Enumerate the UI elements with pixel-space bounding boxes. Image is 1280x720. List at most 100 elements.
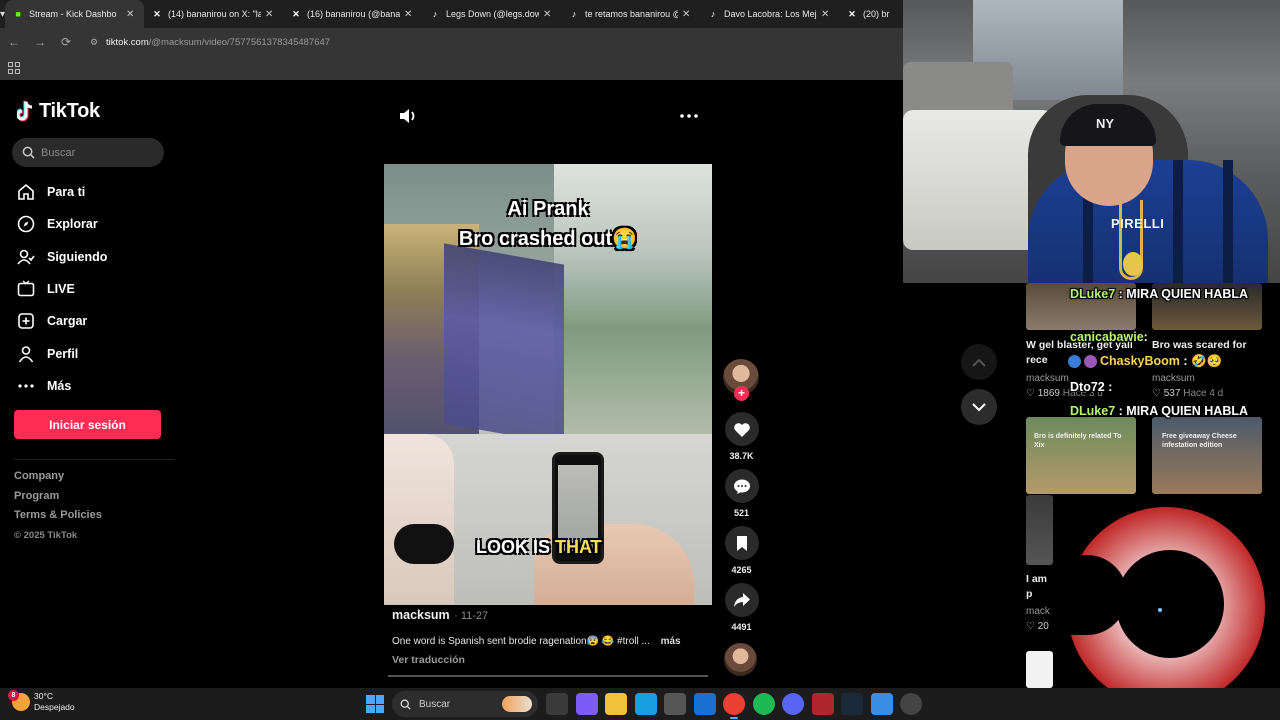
reload-icon[interactable]: ⟳ (54, 30, 78, 54)
login-button[interactable]: Iniciar sesión (14, 410, 161, 439)
follow-plus-icon[interactable]: + (734, 386, 749, 401)
footer-link-terms[interactable]: Terms & Policies (14, 509, 102, 529)
browser-tab[interactable]: ♪ Davo Lacobra: Los Mejore ✕ (700, 0, 839, 28)
volume-icon[interactable] (397, 106, 419, 126)
sidebar-item-siguiendo[interactable]: Siguiendo (16, 241, 107, 273)
video-scene (444, 243, 564, 445)
sidebar-item-mas[interactable]: Más (16, 370, 107, 402)
creator-avatar[interactable]: + (723, 359, 759, 401)
share-button[interactable] (724, 583, 759, 617)
browser-tab-label: (20) br (863, 9, 890, 19)
webcam-overlay: NY PIRELLI (903, 0, 1280, 283)
task-view-icon[interactable] (546, 693, 568, 715)
chrome-icon[interactable] (723, 693, 745, 719)
file-explorer-icon[interactable] (605, 693, 627, 715)
windows-start-icon[interactable] (366, 695, 384, 713)
settings-icon[interactable] (900, 693, 922, 715)
save-button[interactable] (724, 526, 759, 560)
close-icon[interactable]: ✕ (821, 9, 831, 20)
back-icon[interactable]: ← (2, 30, 26, 54)
close-icon[interactable]: ✕ (543, 9, 553, 20)
browser-tab[interactable]: ✕ (20) br (839, 0, 903, 28)
search-icon (22, 146, 35, 159)
notification-badge: 8 (8, 690, 19, 701)
rec-thumbnail[interactable] (1026, 651, 1053, 688)
rec-title[interactable]: Bro was scared for (1152, 338, 1262, 353)
tiktok-icon: ♪ (432, 9, 438, 19)
browser-tab[interactable]: ✕(14) bananirou on X: "las p✕ (144, 0, 283, 28)
chat-username: DLuke7 (1070, 404, 1116, 418)
tiktok-icon: ♪ (571, 9, 577, 19)
bookmark-icon (736, 535, 747, 551)
browser-tab[interactable]: ■ Stream - Kick Dashbo ✕ (5, 0, 145, 28)
site-info-icon[interactable]: ⚙ (90, 37, 106, 48)
more-options-icon[interactable] (678, 107, 700, 125)
comment-count: 521 (733, 508, 750, 518)
rec-thumbnail[interactable] (1026, 417, 1136, 494)
video-caption-line-1: Ai Prank (507, 198, 589, 220)
rec-author[interactable]: macksum (1152, 373, 1195, 384)
browser-tab-label: te retamos bananirou @b (585, 9, 679, 19)
sidebar-item-perfil[interactable]: Perfil (16, 337, 107, 369)
sidebar-item-cargar[interactable]: Cargar (16, 305, 107, 337)
browser-tab[interactable]: ✕ (16) bananirou (@banani ✕ (283, 0, 422, 28)
chat-text: : 🤣🥺 (1183, 354, 1223, 368)
more-link[interactable]: más (661, 636, 681, 647)
video-player[interactable]: Ai Prank Bro crashed out😭 LOOK IS THAT (384, 164, 712, 605)
rec-author[interactable]: mack (1026, 606, 1050, 617)
next-creator-avatar[interactable] (724, 643, 757, 676)
previous-video-button[interactable] (961, 344, 997, 380)
chat-username: ChaskyBoom (1100, 354, 1180, 368)
outlook-icon[interactable] (693, 693, 716, 715)
browser-tab[interactable]: ♪ te retamos bananirou @b ✕ (561, 0, 700, 28)
video-author[interactable]: macksum (392, 608, 450, 622)
tiktok-logo[interactable]: TikTok (17, 100, 100, 123)
spinner-overlay (1053, 495, 1280, 720)
rec-title[interactable]: I am p they (1026, 572, 1053, 602)
next-video-button[interactable] (961, 389, 997, 425)
comment-button[interactable] (724, 469, 759, 503)
spotify-icon[interactable] (752, 693, 775, 715)
rec-thumbnail[interactable] (1152, 417, 1262, 494)
rec-author[interactable]: macksum (1026, 373, 1069, 384)
tiktok-logo-icon (17, 100, 33, 121)
video-progress-bar[interactable] (388, 675, 708, 677)
rec-likes-count: 20 (1037, 621, 1049, 632)
video-date: · 11-27 (454, 610, 489, 622)
comment-action: 521 (723, 469, 760, 522)
app-icon[interactable] (811, 693, 834, 715)
sidebar-item-explorar[interactable]: Explorar (16, 208, 107, 240)
footer-link-company[interactable]: Company (14, 470, 102, 490)
url-field[interactable]: ⚙ tiktok.com /@macksum/video/75775613783… (90, 31, 330, 53)
bookmark-bar (0, 56, 903, 80)
video-scene (384, 434, 454, 604)
temperature: 30°C (34, 691, 53, 701)
copilot-icon[interactable] (575, 693, 598, 715)
weather-widget[interactable]: 8 30°C Despejado (8, 690, 75, 713)
forward-icon[interactable]: → (28, 30, 52, 54)
discord-icon[interactable] (782, 693, 804, 715)
rec-thumbnail[interactable] (1026, 495, 1053, 565)
apps-grid-icon[interactable] (8, 62, 20, 74)
close-icon[interactable]: ✕ (682, 9, 692, 20)
store-icon[interactable] (664, 693, 686, 715)
steam-icon[interactable] (841, 693, 863, 715)
close-icon[interactable]: ✕ (265, 9, 275, 20)
chat-username: DLuke7 (1070, 287, 1116, 301)
sidebar-item-live[interactable]: LIVE (16, 273, 107, 305)
translate-link[interactable]: Ver traducción (392, 654, 712, 666)
taskbar-search[interactable]: Buscar (392, 691, 538, 717)
like-button[interactable] (724, 412, 759, 446)
photos-icon[interactable] (870, 693, 893, 715)
sidebar-item-para-ti[interactable]: Para ti (16, 176, 107, 208)
video-subtitle-text: LOOK IS (476, 537, 556, 557)
browser-tab[interactable]: ♪ Legs Down (@legs.down) ✕ (422, 0, 561, 28)
edge-icon[interactable] (634, 693, 657, 715)
search-input[interactable] (41, 146, 151, 159)
x-icon: ✕ (153, 8, 161, 19)
close-icon[interactable]: ✕ (126, 9, 136, 20)
search-box[interactable] (12, 138, 164, 167)
sidebar-item-label: Siguiendo (47, 249, 108, 264)
footer-link-program[interactable]: Program (14, 490, 102, 510)
close-icon[interactable]: ✕ (404, 9, 414, 20)
